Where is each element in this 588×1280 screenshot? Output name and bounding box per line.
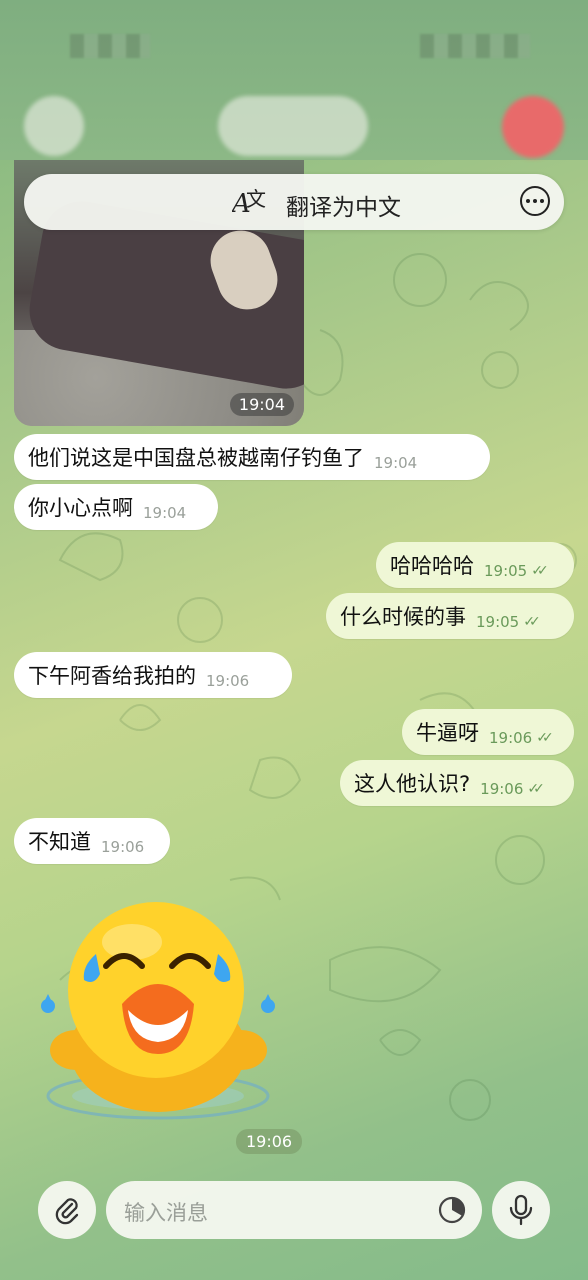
chat-screen: 19:04 A 文 翻译为中文 他们说这是中国盘总被越南仔钓鱼了 19:04 你… <box>0 0 588 1280</box>
message-text: 什么时候的事 <box>340 605 466 629</box>
contact-avatar[interactable] <box>502 96 564 158</box>
message-bubble-outgoing[interactable]: 哈哈哈哈 19:05 ✓✓ <box>376 542 574 588</box>
message-bubble-outgoing[interactable]: 牛逼呀 19:06 ✓✓ <box>402 709 574 755</box>
translate-icon: A 文 <box>230 184 272 225</box>
message-time: 19:04 <box>143 504 187 522</box>
paperclip-icon <box>55 1198 79 1225</box>
message-time: 19:05 <box>476 613 520 631</box>
message-text: 下午阿香给我拍的 <box>28 664 196 688</box>
message-time: 19:06 <box>480 780 524 798</box>
message-input-placeholder: 输入消息 <box>124 1201 208 1225</box>
translate-label[interactable]: 翻译为中文 <box>286 188 401 222</box>
message-time: 19:04 <box>374 454 418 472</box>
photo-timestamp: 19:04 <box>229 393 294 416</box>
read-checkmarks-icon: ✓✓ <box>536 730 554 746</box>
message-text: 他们说这是中国盘总被越南仔钓鱼了 <box>28 446 364 470</box>
message-text: 牛逼呀 <box>416 721 479 745</box>
translate-banner[interactable]: A 文 翻译为中文 <box>24 174 564 230</box>
sticker-timestamp: 19:06 <box>236 1129 303 1154</box>
message-time: 19:06 <box>489 729 533 747</box>
message-text: 你小心点啊 <box>28 496 133 520</box>
read-checkmarks-icon: ✓✓ <box>527 781 545 797</box>
message-time: 19:05 <box>484 562 528 580</box>
read-checkmarks-icon: ✓✓ <box>523 614 541 630</box>
read-checkmarks-icon: ✓✓ <box>531 563 549 579</box>
microphone-button[interactable] <box>492 1181 550 1239</box>
message-time: 19:06 <box>101 838 145 856</box>
message-text: 这人他认识? <box>354 772 471 796</box>
message-bubble-incoming[interactable]: 不知道 19:06 <box>14 818 170 864</box>
message-text: 不知道 <box>28 830 91 854</box>
message-bubble-outgoing[interactable]: 这人他认识? 19:06 ✓✓ <box>340 760 574 806</box>
message-text: 哈哈哈哈 <box>390 554 474 578</box>
message-bubble-incoming[interactable]: 你小心点啊 19:04 <box>14 484 218 530</box>
pixelated-status-left <box>70 34 150 58</box>
message-bubble-incoming[interactable]: 下午阿香给我拍的 19:06 <box>14 652 292 698</box>
microphone-icon <box>509 1194 533 1226</box>
svg-text:文: 文 <box>246 187 266 211</box>
message-bubble-incoming[interactable]: 他们说这是中国盘总被越南仔钓鱼了 19:04 <box>14 434 490 480</box>
laughing-duck-sticker[interactable] <box>36 900 276 1130</box>
back-button[interactable] <box>24 96 84 156</box>
attach-button[interactable] <box>38 1181 96 1239</box>
message-bubble-outgoing[interactable]: 什么时候的事 19:05 ✓✓ <box>326 593 574 639</box>
chat-title-pill[interactable] <box>218 96 368 156</box>
pixelated-status-right <box>420 34 530 58</box>
more-icon[interactable] <box>520 186 550 216</box>
message-time: 19:06 <box>206 672 250 690</box>
message-input[interactable]: 输入消息 <box>106 1181 482 1239</box>
clock-icon[interactable] <box>438 1196 466 1224</box>
